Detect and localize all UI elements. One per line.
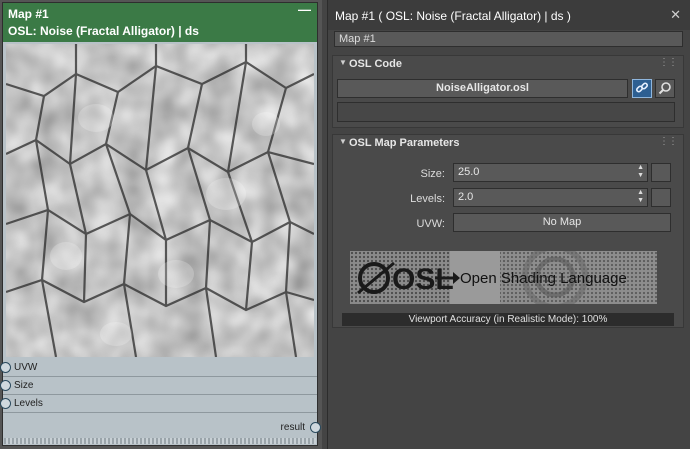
spinner-up-icon[interactable]: ▲ xyxy=(637,164,644,171)
spinner-down-icon[interactable]: ▼ xyxy=(637,172,644,179)
spinner-arrows-icon[interactable]: ▲ ▼ xyxy=(637,164,644,180)
panel-titlebar[interactable]: Map #1 ( OSL: Noise (Fractal Alligator) … xyxy=(328,0,690,30)
rollout-osl-code-header[interactable]: ▼ OSL Code ⋮⋮ xyxy=(333,56,683,74)
input-socket-levels[interactable] xyxy=(0,398,11,409)
osl-logo: OSL Open Shading Language xyxy=(350,251,657,304)
close-button[interactable]: ✕ xyxy=(670,7,681,23)
port-row-levels: Levels xyxy=(0,395,317,413)
node-header[interactable]: Map #1 OSL: Noise (Fractal Alligator) | … xyxy=(3,2,317,42)
port-label-size: Size xyxy=(14,380,34,391)
size-map-button[interactable] xyxy=(651,163,671,182)
node-editor-canvas[interactable]: Map #1 OSL: Noise (Fractal Alligator) | … xyxy=(0,0,322,449)
port-row-uvw: UVW xyxy=(0,359,317,377)
spinner-arrows-icon[interactable]: ▲ ▼ xyxy=(637,189,644,205)
size-value: 25.0 xyxy=(458,166,480,178)
collapse-arrow-icon: ▼ xyxy=(339,58,347,67)
collapse-button[interactable]: — xyxy=(298,2,311,17)
input-socket-size[interactable] xyxy=(0,380,11,391)
magnifier-icon xyxy=(658,82,671,95)
rollout-params-header[interactable]: ▼ OSL Map Parameters ⋮⋮ xyxy=(333,135,683,153)
drag-grip-icon[interactable]: ⋮⋮ xyxy=(659,136,678,147)
collapse-arrow-icon: ▼ xyxy=(339,137,347,146)
rollout-osl-map-parameters: ▼ OSL Map Parameters ⋮⋮ Size: 25.0 ▲ ▼ L… xyxy=(332,134,684,328)
spinner-up-icon[interactable]: ▲ xyxy=(637,189,644,196)
panel-title: Map #1 ( OSL: Noise (Fractal Alligator) … xyxy=(335,9,571,23)
spinner-down-icon[interactable]: ▼ xyxy=(637,197,644,204)
osl-logo-graphic: OSL Open Shading Language xyxy=(350,251,657,304)
link-icon xyxy=(635,82,649,93)
port-label-uvw: UVW xyxy=(14,362,38,373)
uvw-map-button[interactable]: No Map xyxy=(453,213,671,232)
osl-logo-text: Open Shading Language xyxy=(460,270,627,287)
alligator-noise-image xyxy=(6,44,314,357)
map-name-field[interactable]: Map #1 xyxy=(334,31,683,47)
texture-preview xyxy=(6,44,314,357)
link-button[interactable] xyxy=(632,79,652,98)
port-row-size: Size xyxy=(0,377,317,395)
port-label-levels: Levels xyxy=(14,398,43,409)
output-label: result xyxy=(280,422,305,433)
levels-value: 2.0 xyxy=(458,191,474,203)
node-resize-grip[interactable] xyxy=(4,438,316,444)
osl-info-field[interactable] xyxy=(337,102,675,122)
levels-spinner[interactable]: 2.0 ▲ ▼ xyxy=(453,188,648,207)
uvw-label: UVW: xyxy=(416,218,445,230)
levels-label: Levels: xyxy=(410,193,445,205)
size-spinner[interactable]: 25.0 ▲ ▼ xyxy=(453,163,648,182)
node-subtitle: OSL: Noise (Fractal Alligator) | ds xyxy=(8,24,199,38)
rollout-osl-code: ▼ OSL Code ⋮⋮ NoiseAlligator.osl xyxy=(332,55,684,128)
input-socket-uvw[interactable] xyxy=(0,362,11,373)
node-title: Map #1 xyxy=(8,7,49,21)
map-node[interactable]: Map #1 OSL: Noise (Fractal Alligator) | … xyxy=(0,2,321,446)
size-label: Size: xyxy=(420,168,445,180)
parameter-editor-panel: Map #1 ( OSL: Noise (Fractal Alligator) … xyxy=(327,0,690,449)
levels-map-button[interactable] xyxy=(651,188,671,207)
rollout-osl-code-title: OSL Code xyxy=(349,58,402,70)
output-socket[interactable] xyxy=(310,422,321,433)
viewport-accuracy-bar: Viewport Accuracy (in Realistic Mode): 1… xyxy=(342,313,674,326)
output-row: result xyxy=(3,420,321,436)
osl-file-button[interactable]: NoiseAlligator.osl xyxy=(337,79,628,98)
browse-button[interactable] xyxy=(655,79,675,98)
rollout-params-title: OSL Map Parameters xyxy=(349,137,460,149)
drag-grip-icon[interactable]: ⋮⋮ xyxy=(659,57,678,68)
